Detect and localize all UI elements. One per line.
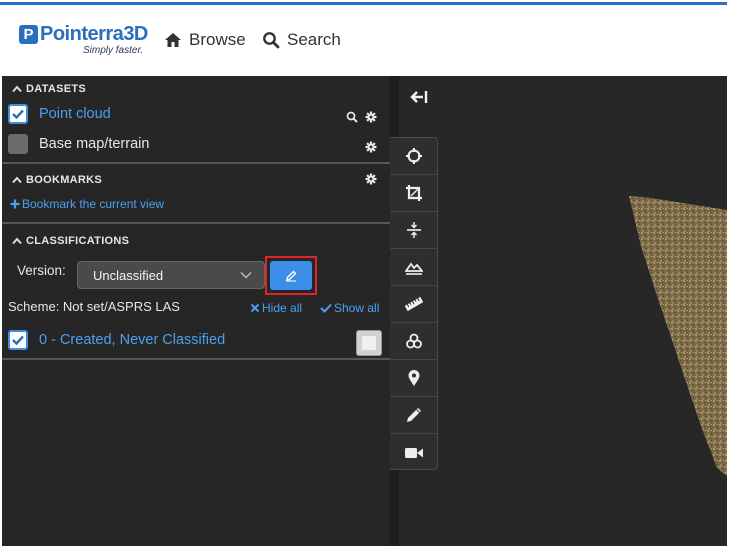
scheme-text: Scheme: Not set/ASPRS LAS (8, 299, 180, 314)
chevron-up-icon (12, 176, 22, 184)
nav-search-label: Search (287, 30, 341, 49)
bookmarks-header[interactable]: BOOKMARKS (12, 174, 102, 186)
layers-panel: DATASETS Point cloud Base map/terrain BO… (2, 76, 390, 546)
chevron-up-icon (12, 85, 22, 93)
tool-volume[interactable] (390, 323, 437, 360)
checkmark-icon (320, 303, 332, 313)
map-marker-icon (408, 370, 419, 386)
chevron-down-icon (240, 271, 252, 279)
close-icon (250, 303, 260, 313)
collapse-panel-button[interactable] (409, 88, 431, 106)
nav-browse-label: Browse (189, 30, 246, 49)
terrain-profile-icon (404, 262, 423, 275)
datasets-header[interactable]: DATASETS (12, 83, 86, 95)
version-label: Version: (17, 263, 66, 278)
logo-3d: 3D (123, 23, 148, 45)
hide-all-label: Hide all (262, 301, 303, 315)
classifications-title: CLASSIFICATIONS (26, 235, 130, 247)
gear-icon[interactable] (365, 141, 377, 153)
logo-tagline: Simply faster. (83, 45, 144, 56)
chevron-up-icon (12, 237, 22, 245)
target-icon (405, 148, 422, 164)
version-select-value: Unclassified (93, 267, 164, 283)
show-all-link[interactable]: Show all (320, 301, 379, 315)
classifications-header[interactable]: CLASSIFICATIONS (12, 235, 129, 247)
nav-browse-link[interactable]: Browse (164, 29, 246, 51)
ruler-icon (404, 296, 423, 312)
viewer-toolbar (390, 137, 438, 470)
pointerra-logo[interactable]: P Pointerra3D Simply faster. (19, 23, 148, 59)
section-divider (2, 358, 390, 360)
plus-icon (10, 199, 20, 209)
classification-label[interactable]: 0 - Created, Never Classified (39, 332, 225, 348)
section-divider (2, 222, 390, 224)
tool-measure[interactable] (390, 286, 437, 323)
tool-annotate[interactable] (390, 397, 437, 434)
bookmarks-title: BOOKMARKS (26, 174, 103, 186)
pencil-icon (286, 270, 297, 281)
volume-icon (405, 333, 422, 349)
app-window: P Pointerra3D Simply faster. Browse Sear… (0, 0, 729, 549)
header-bar: P Pointerra3D Simply faster. Browse Sear… (0, 5, 729, 75)
classification-checkbox[interactable] (8, 330, 28, 350)
search-icon (263, 32, 280, 49)
base-map-checkbox[interactable] (8, 134, 28, 154)
section-divider (2, 162, 390, 164)
logo-name: Pointerra (40, 23, 124, 45)
point-cloud-checkbox[interactable] (8, 104, 28, 124)
edit-classification-button[interactable] (270, 261, 312, 290)
section-icon (406, 222, 421, 238)
dataset-item-base-map: Base map/terrain (8, 134, 149, 154)
pencil-icon (406, 408, 421, 422)
hide-all-link[interactable]: Hide all (250, 301, 302, 315)
tool-target[interactable] (390, 138, 437, 175)
bookmark-current-view-link[interactable]: Bookmark the current view (10, 197, 164, 211)
crop-icon (405, 185, 422, 201)
classification-color-swatch[interactable] (356, 330, 382, 356)
arrow-left-to-bar-icon (410, 91, 428, 103)
version-select[interactable]: Unclassified (77, 261, 265, 289)
home-icon (165, 33, 181, 47)
tool-marker[interactable] (390, 360, 437, 397)
tool-crop[interactable] (390, 175, 437, 212)
tool-section[interactable] (390, 212, 437, 249)
tool-video[interactable] (390, 434, 437, 471)
logo-mark-icon: P (19, 25, 38, 44)
classification-item: 0 - Created, Never Classified (8, 330, 225, 350)
point-cloud-label[interactable]: Point cloud (39, 106, 111, 122)
video-camera-icon (404, 447, 423, 458)
checkmark-icon (12, 335, 24, 346)
show-all-label: Show all (334, 301, 380, 315)
nav-search-link[interactable]: Search (262, 29, 341, 51)
checkmark-icon (12, 109, 24, 120)
color-swatch-fill (362, 336, 376, 350)
gear-icon[interactable] (365, 173, 377, 185)
point-cloud-render (629, 196, 727, 476)
dataset-item-point-cloud: Point cloud (8, 104, 111, 124)
tool-terrain-profile[interactable] (390, 249, 437, 286)
gear-icon[interactable] (365, 111, 377, 123)
base-map-label[interactable]: Base map/terrain (39, 136, 149, 152)
bookmark-link-label: Bookmark the current view (22, 197, 165, 211)
datasets-title: DATASETS (26, 83, 87, 95)
search-icon[interactable] (346, 111, 358, 123)
